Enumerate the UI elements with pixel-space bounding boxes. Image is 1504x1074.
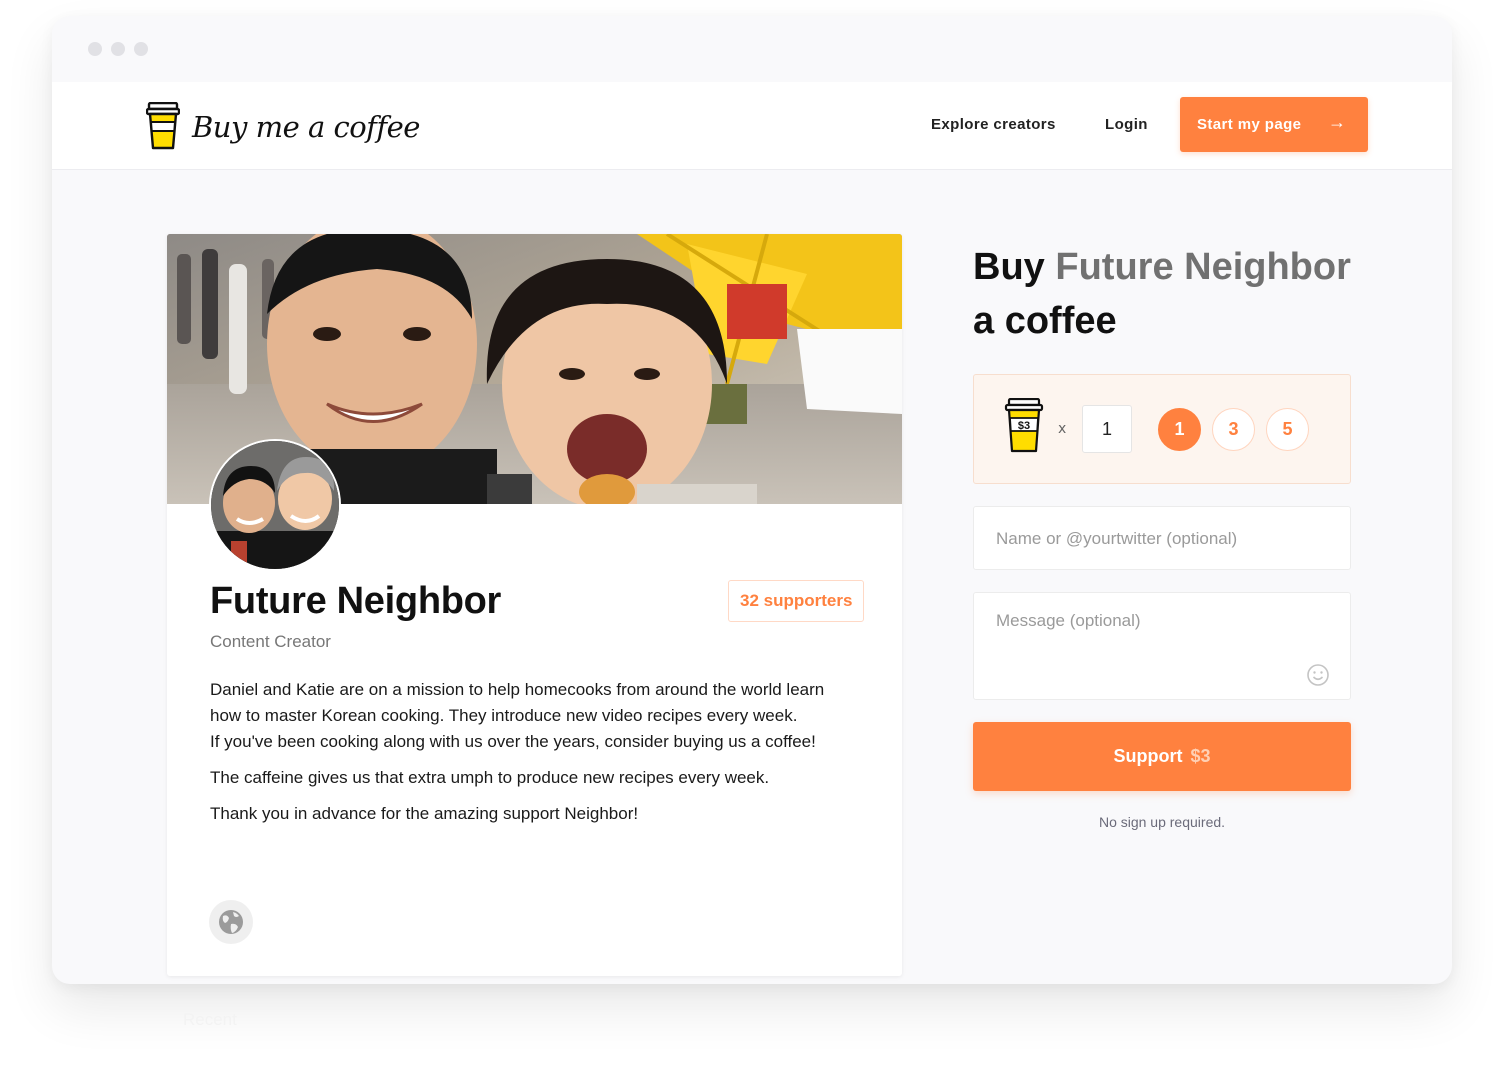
bio-paragraph: The caffeine gives us that extra umph to… bbox=[210, 768, 770, 787]
window-control-dot[interactable] bbox=[88, 42, 102, 56]
creator-name: Future Neighbor bbox=[210, 580, 502, 622]
no-signup-note: No sign up required. bbox=[1098, 814, 1226, 830]
creator-bio: Daniel and Katie are on a mission to hel… bbox=[210, 677, 860, 837]
globe-icon bbox=[219, 910, 243, 934]
bio-paragraph: Thank you in advance for the amazing sup… bbox=[210, 804, 639, 823]
creator-role: Content Creator bbox=[210, 632, 331, 651]
message-placeholder: Message (optional) bbox=[996, 611, 1141, 630]
support-button[interactable]: Support $3 bbox=[973, 722, 1351, 791]
website-link-button[interactable] bbox=[209, 900, 253, 944]
times-sign: x bbox=[1058, 421, 1067, 437]
support-heading: Buy Future Neighbor a coffee bbox=[973, 240, 1373, 348]
quantity-input[interactable]: 1 bbox=[1082, 405, 1132, 453]
browser-window: Buy me a coffee Explore creators Login S… bbox=[52, 16, 1452, 984]
window-control-dot[interactable] bbox=[111, 42, 125, 56]
coffee-cup-icon bbox=[146, 102, 180, 150]
coffee-unit-price: $3 bbox=[1018, 420, 1030, 432]
start-my-page-button[interactable]: Start my page → bbox=[1180, 97, 1368, 152]
name-input-placeholder: Name or @yourtwitter (optional) bbox=[996, 529, 1238, 548]
amount-option-1[interactable]: 1 bbox=[1158, 408, 1201, 451]
profile-card: Future Neighbor 32 supporters Content Cr… bbox=[167, 234, 902, 976]
amount-option-3[interactable]: 3 bbox=[1212, 408, 1255, 451]
amount-option-5[interactable]: 5 bbox=[1266, 408, 1309, 451]
window-titlebar bbox=[52, 16, 1452, 82]
heading-creator-name: Future Neighbor bbox=[1055, 246, 1351, 288]
heading-suffix: a coffee bbox=[973, 300, 1117, 342]
name-input[interactable]: Name or @yourtwitter (optional) bbox=[973, 506, 1351, 570]
message-textarea[interactable]: Message (optional) bbox=[973, 592, 1351, 700]
start-button-label: Start my page bbox=[1197, 116, 1302, 133]
smiley-icon[interactable] bbox=[1306, 663, 1330, 687]
support-button-label: Support bbox=[1113, 746, 1183, 766]
avatar[interactable] bbox=[209, 439, 341, 571]
logo-wordmark: Buy me a coffee bbox=[192, 110, 420, 144]
bio-paragraph: Daniel and Katie are on a mission to hel… bbox=[210, 680, 825, 751]
top-navbar: Buy me a coffee Explore creators Login S… bbox=[52, 82, 1452, 170]
heading-prefix: Buy bbox=[973, 246, 1056, 288]
recent-section-label: Recent bbox=[183, 1010, 237, 1029]
coffee-price-icon: $3 bbox=[1004, 398, 1044, 453]
coffee-quantity-box: $3 x 1 1 3 5 bbox=[973, 374, 1351, 484]
support-button-price: $3 bbox=[1190, 746, 1211, 766]
explore-creators-link[interactable]: Explore creators bbox=[931, 116, 1056, 133]
window-control-dot[interactable] bbox=[134, 42, 148, 56]
arrow-right-icon: → bbox=[1328, 112, 1347, 132]
login-link[interactable]: Login bbox=[1105, 116, 1148, 133]
supporters-count-badge[interactable]: 32 supporters bbox=[728, 580, 865, 622]
